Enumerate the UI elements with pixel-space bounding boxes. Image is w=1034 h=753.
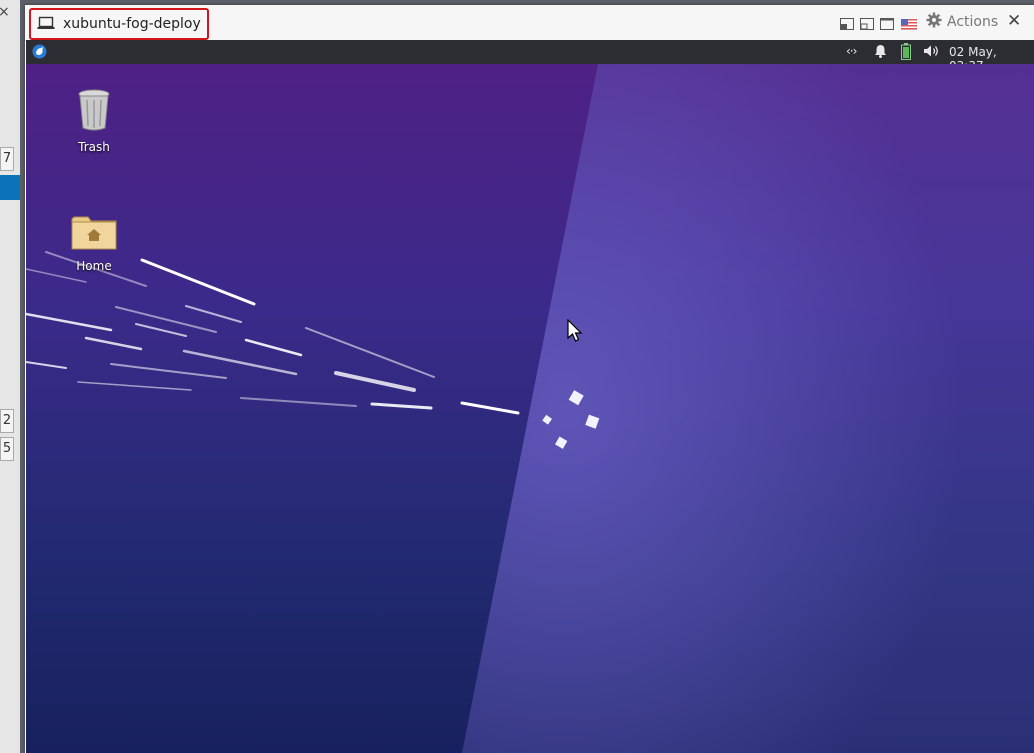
window-title: xubuntu-fog-deploy <box>63 16 201 32</box>
desktop-icon-home[interactable]: Home <box>54 213 134 273</box>
xubuntu-menu-icon[interactable] <box>32 44 47 62</box>
host-sidebar-strip: × 7 2 5 <box>0 0 20 753</box>
restore-window-icon[interactable] <box>860 15 874 34</box>
desktop-icon-trash[interactable]: Trash <box>54 88 134 154</box>
host-count-badge[interactable]: 5 <box>0 437 14 461</box>
host-count-badge[interactable]: 2 <box>0 409 14 433</box>
vm-screen[interactable]: ‹·› 02 May, 03:37 <box>26 40 1034 753</box>
wallpaper-artwork <box>26 64 1034 753</box>
maximize-window-icon[interactable] <box>880 15 894 34</box>
battery-icon[interactable] <box>901 43 911 63</box>
actions-menu-button[interactable]: Actions <box>926 12 998 32</box>
keyboard-layout-flag-icon[interactable] <box>900 15 918 34</box>
window-title-highlight: xubuntu-fog-deploy <box>29 8 209 40</box>
host-selected-row[interactable] <box>0 175 20 200</box>
close-window-button[interactable]: ✕ <box>1007 11 1021 31</box>
vm-console-window: xubuntu-fog-deploy Actions ✕ ‹·› 02 May,… <box>25 5 1034 753</box>
trash-icon <box>76 89 112 136</box>
desktop-icon-label: Trash <box>78 140 110 154</box>
monitor-icon <box>37 15 55 34</box>
network-icon[interactable]: ‹·› <box>846 44 857 58</box>
desktop-icon-label: Home <box>76 259 112 273</box>
home-folder-icon <box>71 216 117 255</box>
host-close-icon[interactable]: × <box>0 4 10 20</box>
gear-icon <box>926 12 942 32</box>
desktop-background[interactable]: Trash Home <box>26 64 1034 753</box>
window-titlebar: xubuntu-fog-deploy Actions ✕ <box>25 5 1034 41</box>
mouse-cursor-icon <box>567 318 583 347</box>
actions-label: Actions <box>947 14 999 30</box>
volume-icon[interactable] <box>923 44 940 61</box>
picture-in-picture-icon[interactable] <box>840 15 854 34</box>
xfce-top-panel: ‹·› 02 May, 03:37 <box>26 40 1034 73</box>
notification-bell-icon[interactable] <box>874 44 887 61</box>
host-count-badge[interactable]: 7 <box>0 147 14 171</box>
